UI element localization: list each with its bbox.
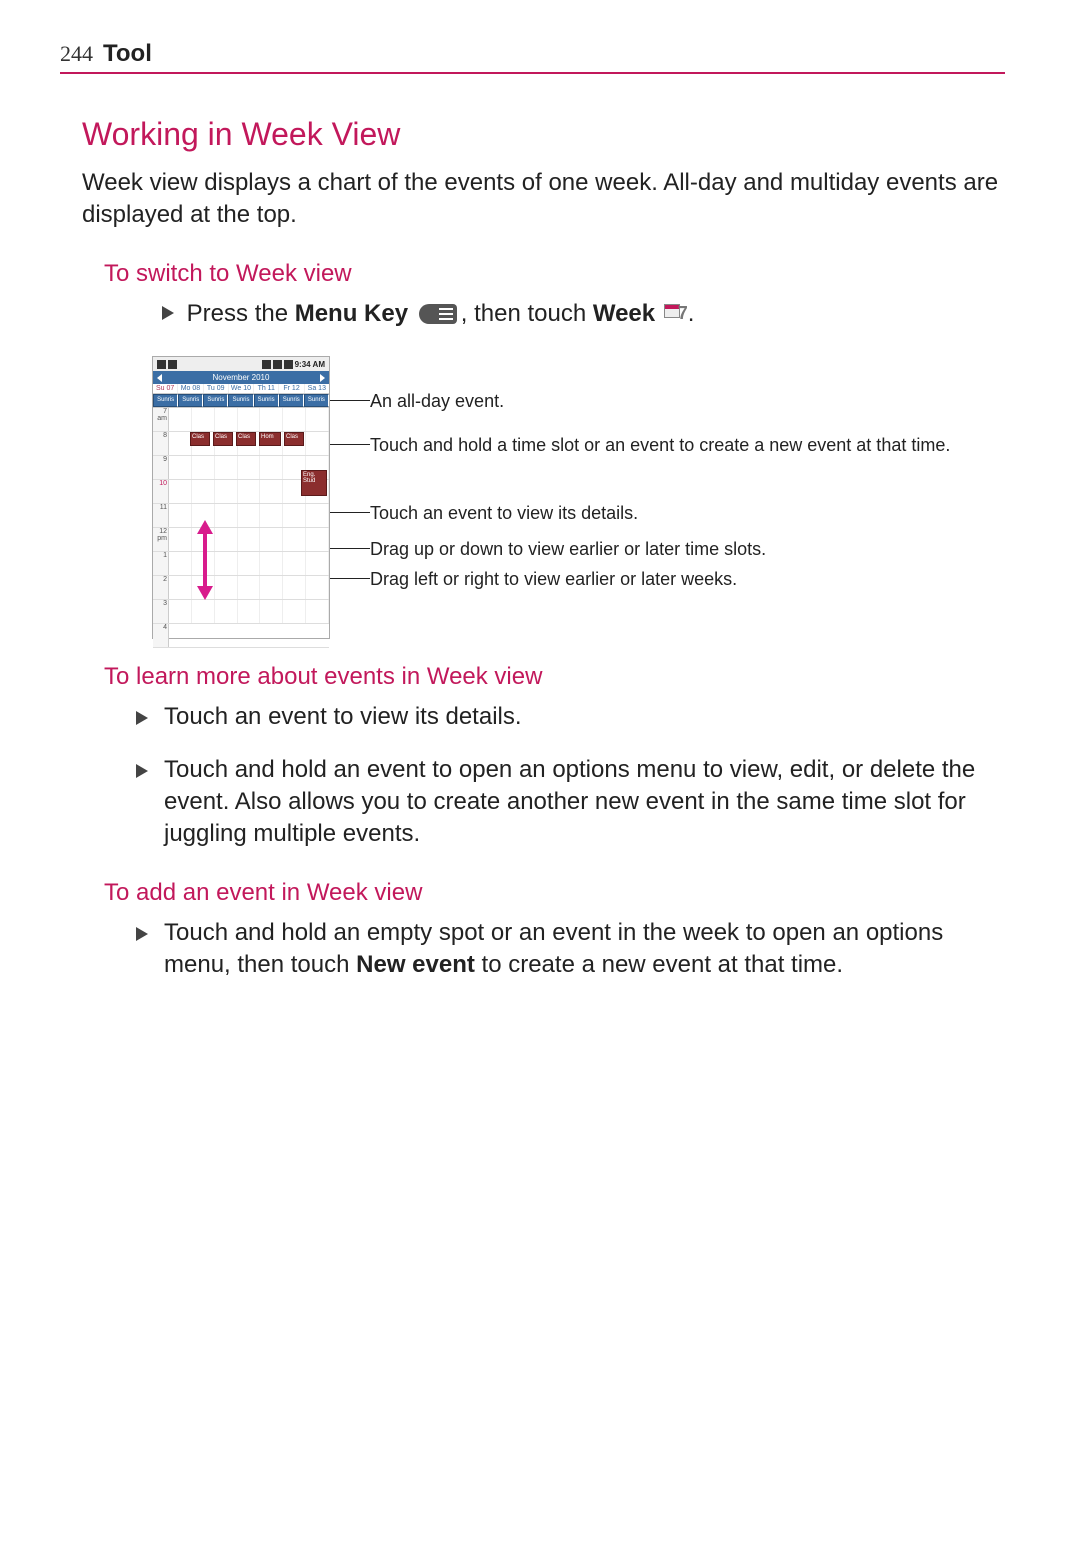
calendar-event: Hom bbox=[259, 432, 281, 446]
day-col: Tu 09 bbox=[204, 384, 229, 393]
allday-event: Sunris bbox=[153, 394, 178, 407]
calendar-event-large: Eng. Stud bbox=[301, 470, 327, 496]
intro-paragraph: Week view displays a chart of the events… bbox=[82, 167, 1005, 232]
calendar-event: Clas bbox=[236, 432, 256, 446]
menu-key-label: Menu Key bbox=[295, 300, 408, 327]
text-period: . bbox=[688, 300, 695, 327]
triangle-bullet-icon bbox=[136, 927, 148, 941]
allday-event: Sunris bbox=[228, 394, 253, 407]
calendar-event: Clas bbox=[190, 432, 210, 446]
list-item: Touch an event to view its details. bbox=[136, 701, 1005, 733]
callout-touch-hold: Touch and hold a time slot or an event t… bbox=[370, 434, 1005, 457]
allday-event: Sunris bbox=[178, 394, 203, 407]
allday-event: Sunris bbox=[203, 394, 228, 407]
add-event-list: Touch and hold an empty spot or an event… bbox=[136, 917, 1005, 982]
header-section-title: Tool bbox=[103, 40, 152, 68]
day-col: Su 07 bbox=[153, 384, 178, 393]
week-view-figure: 9:34 AM November 2010 Su 07 Mo 08 Tu 09 … bbox=[152, 356, 1005, 639]
allday-event: Sunris bbox=[279, 394, 304, 407]
calendar-event: Clas bbox=[213, 432, 233, 446]
learn-more-list: Touch an event to view its details. Touc… bbox=[136, 701, 1005, 851]
heading-add-event: To add an event in Week view bbox=[104, 879, 1005, 907]
menu-key-icon bbox=[419, 304, 457, 324]
day-col: Th 11 bbox=[254, 384, 279, 393]
status-left-icons bbox=[157, 360, 177, 369]
figure-callouts: An all-day event. Touch and hold a time … bbox=[330, 356, 1005, 639]
list-item: Touch and hold an event to open an optio… bbox=[136, 754, 1005, 851]
callout-drag-vertical: Drag up or down to view earlier or later… bbox=[370, 538, 1005, 561]
instruction-switch: Press the Menu Key , then touch Week 7. bbox=[162, 298, 1005, 330]
manual-page: 244 Tool Working in Week View Week view … bbox=[0, 0, 1080, 1552]
calendar-event: Clas bbox=[284, 432, 304, 446]
heading-learn-more: To learn more about events in Week view bbox=[104, 663, 1005, 691]
page-header: 244 Tool bbox=[60, 40, 1005, 74]
calendar-month-header: November 2010 bbox=[153, 371, 329, 384]
day-col: Fr 12 bbox=[279, 384, 304, 393]
allday-event: Sunris bbox=[304, 394, 329, 407]
text-then-touch: , then touch bbox=[461, 300, 593, 327]
phone-screenshot: 9:34 AM November 2010 Su 07 Mo 08 Tu 09 … bbox=[152, 356, 330, 639]
drag-arrow-icon bbox=[195, 520, 215, 600]
callout-allday: An all-day event. bbox=[370, 390, 1005, 413]
callout-touch-event: Touch an event to view its details. bbox=[370, 502, 1005, 525]
allday-row: Sunris Sunris Sunris Sunris Sunris Sunri… bbox=[153, 394, 329, 408]
calendar-day-header: Su 07 Mo 08 Tu 09 We 10 Th 11 Fr 12 Sa 1… bbox=[153, 384, 329, 394]
calendar-grid: 7am 8 9 10 11 12pm 1 2 3 4 Clas Clas Cla… bbox=[153, 408, 329, 638]
callout-drag-horizontal: Drag left or right to view earlier or la… bbox=[370, 568, 1005, 591]
list-item: Touch and hold an empty spot or an event… bbox=[136, 917, 1005, 982]
day-col: We 10 bbox=[229, 384, 254, 393]
heading-switch-week: To switch to Week view bbox=[104, 260, 1005, 288]
new-event-label: New event bbox=[356, 951, 475, 978]
triangle-bullet-icon bbox=[136, 764, 148, 778]
page-number: 244 bbox=[60, 41, 93, 67]
text-press-the: Press the bbox=[187, 300, 295, 327]
status-time: 9:34 AM bbox=[295, 360, 325, 369]
status-bar: 9:34 AM bbox=[153, 357, 329, 371]
week-label: Week bbox=[593, 300, 655, 327]
status-right: 9:34 AM bbox=[262, 360, 325, 369]
day-col: Mo 08 bbox=[178, 384, 203, 393]
triangle-bullet-icon bbox=[136, 711, 148, 725]
page-content: Working in Week View Week view displays … bbox=[60, 116, 1005, 982]
triangle-bullet-icon bbox=[162, 306, 174, 320]
allday-event: Sunris bbox=[254, 394, 279, 407]
week-icon: 7 bbox=[664, 304, 686, 324]
page-title: Working in Week View bbox=[82, 116, 1005, 153]
day-col: Sa 13 bbox=[305, 384, 329, 393]
